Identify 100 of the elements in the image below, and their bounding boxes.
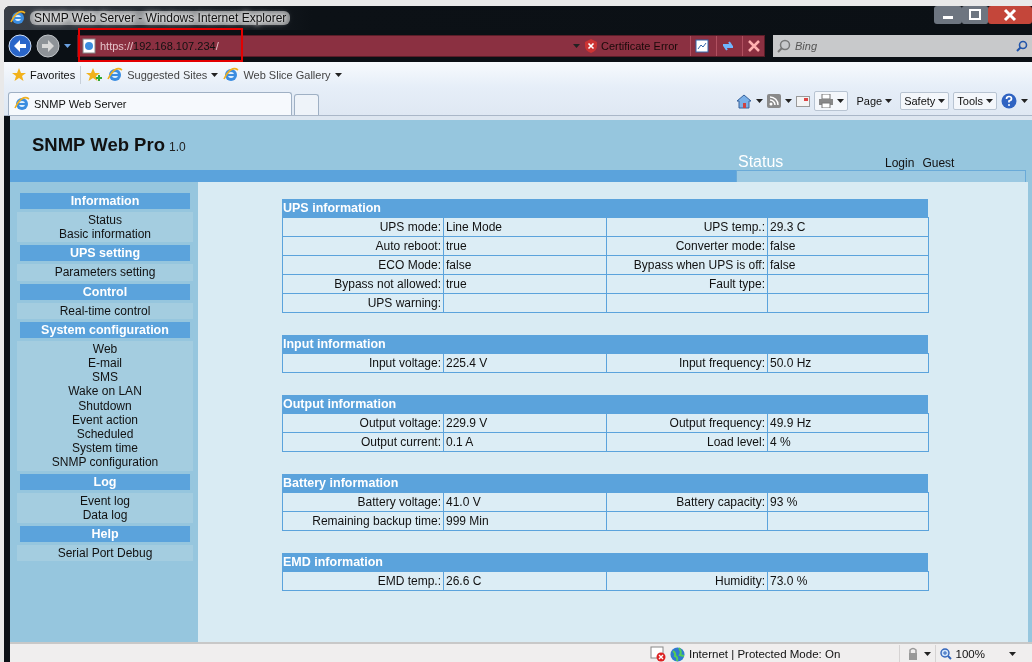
field-label: UPS mode:	[282, 217, 444, 237]
current-page-title: Status	[738, 153, 784, 171]
caret-icon[interactable]	[211, 72, 219, 77]
version-label: 1.0	[168, 140, 186, 154]
app-title: SNMP Web Pro	[32, 134, 165, 156]
field-value: 49.9 Hz	[767, 413, 929, 433]
field-value: Line Mode	[443, 217, 607, 237]
sidebar-link[interactable]: Parameters setting	[54, 265, 156, 280]
user-name: Guest	[922, 156, 955, 170]
dropdown-icon[interactable]	[64, 44, 71, 48]
search-icon[interactable]	[1016, 40, 1028, 52]
popup-blocked-icon	[650, 646, 666, 662]
search-icon	[777, 39, 791, 53]
field-label: Input voltage:	[282, 353, 444, 373]
caret-icon[interactable]	[837, 99, 845, 103]
caret-icon[interactable]	[923, 652, 931, 656]
printer-icon	[818, 94, 835, 108]
help-icon[interactable]	[1001, 93, 1017, 109]
field-label: EMD temp.:	[282, 571, 444, 591]
caret-icon[interactable]	[334, 72, 342, 77]
caret-icon[interactable]	[986, 99, 993, 103]
browser-logo-icon	[10, 10, 26, 26]
browser-logo-icon	[14, 96, 30, 112]
search-field[interactable]: Bing	[773, 35, 1032, 57]
globe-icon	[670, 646, 685, 662]
command-menu-button[interactable]: Safety	[900, 92, 950, 110]
add-favorite-icon[interactable]	[86, 67, 103, 82]
home-icon[interactable]	[736, 93, 753, 109]
sidebar-heading: System configuration	[20, 321, 190, 338]
section-header: EMD information	[282, 553, 928, 571]
caret-icon[interactable]	[1021, 99, 1028, 103]
field-value: 229.9 V	[443, 413, 607, 433]
sidebar-link[interactable]: Data log	[82, 507, 128, 523]
field-value: 50.0 Hz	[767, 353, 929, 373]
section-header: Battery information	[282, 474, 928, 492]
field-label: Battery voltage:	[282, 492, 444, 512]
browser-tab[interactable]: SNMP Web Server	[8, 92, 292, 115]
sidebar-link[interactable]: System time	[72, 441, 138, 456]
favorites-button[interactable]: Favorites	[12, 67, 76, 82]
sidebar-link[interactable]: Serial Port Debug	[57, 546, 153, 561]
sidebar-link[interactable]: SNMP configuration	[51, 455, 159, 470]
shield-error-icon	[583, 39, 598, 53]
section-header: Output information	[282, 395, 928, 413]
field-value: 225.4 V	[443, 353, 607, 373]
caret-icon[interactable]	[1009, 652, 1016, 656]
caret-icon[interactable]	[756, 99, 764, 103]
caret-icon[interactable]	[885, 99, 893, 103]
login-link[interactable]: Login	[885, 156, 915, 170]
sidebar-link[interactable]: Wake on LAN	[68, 384, 142, 399]
section-header: UPS information	[282, 199, 928, 217]
sidebar-link[interactable]: Real-time control	[59, 303, 151, 318]
minimize-button[interactable]	[934, 6, 962, 24]
field-label: Humidity:	[606, 571, 768, 591]
address-field[interactable]: https://192.168.107.234/ Certificate Error	[77, 35, 765, 57]
sidebar-heading: Log	[20, 473, 190, 490]
zoom-icon	[939, 648, 952, 660]
field-value: 26.6 C	[443, 571, 607, 591]
close-button[interactable]	[988, 6, 1032, 24]
favorites-link[interactable]: Suggested Sites	[107, 66, 219, 83]
caret-icon[interactable]	[785, 99, 793, 103]
field-value: 93 %	[767, 492, 929, 512]
sidebar-link[interactable]: E-mail	[88, 356, 122, 371]
url-text[interactable]: https://192.168.107.234/	[100, 40, 219, 52]
section-header: Input information	[282, 335, 928, 353]
sidebar-link[interactable]: Event log	[79, 493, 130, 508]
sidebar-link[interactable]: SMS	[92, 370, 118, 385]
sidebar-link[interactable]: Status	[88, 213, 122, 228]
sidebar-link[interactable]: Shutdown	[78, 398, 132, 413]
browser-logo-icon	[107, 66, 124, 83]
field-label: Output voltage:	[282, 413, 444, 433]
sidebar-heading: Information	[20, 193, 190, 209]
caret-icon[interactable]	[938, 99, 946, 103]
favorites-link[interactable]: Web Slice Gallery	[223, 66, 342, 83]
command-menu-button[interactable]: Tools	[953, 92, 997, 110]
page-icon	[82, 38, 96, 54]
field-label: Input frequency:	[606, 353, 768, 373]
field-label: Battery capacity:	[606, 492, 768, 512]
sidebar-link[interactable]: Web	[92, 341, 118, 356]
security-zone-label: Internet | Protected Mode: On	[689, 648, 841, 660]
print-button[interactable]	[814, 91, 849, 111]
back-button[interactable]	[8, 34, 32, 58]
stop-icon[interactable]	[747, 40, 760, 52]
refresh-icon[interactable]	[720, 39, 735, 53]
browser-logo-icon	[223, 66, 240, 83]
field-value: 29.3 C	[767, 217, 929, 237]
field-value: 73.0 %	[767, 571, 929, 591]
command-menu-button[interactable]: Page	[852, 92, 897, 110]
sidebar-link[interactable]: Scheduled	[76, 427, 134, 442]
sidebar-heading: UPS setting	[20, 245, 190, 262]
maximize-button[interactable]	[962, 6, 988, 24]
zoom-button[interactable]: 100%	[939, 648, 985, 660]
compatibility-view-icon[interactable]	[694, 39, 709, 53]
sidebar-heading: Help	[20, 526, 190, 543]
sidebar-link[interactable]: Event action	[71, 412, 138, 428]
sidebar-link[interactable]: Basic information	[58, 227, 151, 242]
forward-button[interactable]	[36, 34, 60, 58]
mail-icon[interactable]	[796, 95, 811, 107]
star-icon	[12, 67, 26, 82]
field-label: UPS temp.:	[606, 217, 768, 237]
field-label: Output frequency:	[606, 413, 768, 433]
